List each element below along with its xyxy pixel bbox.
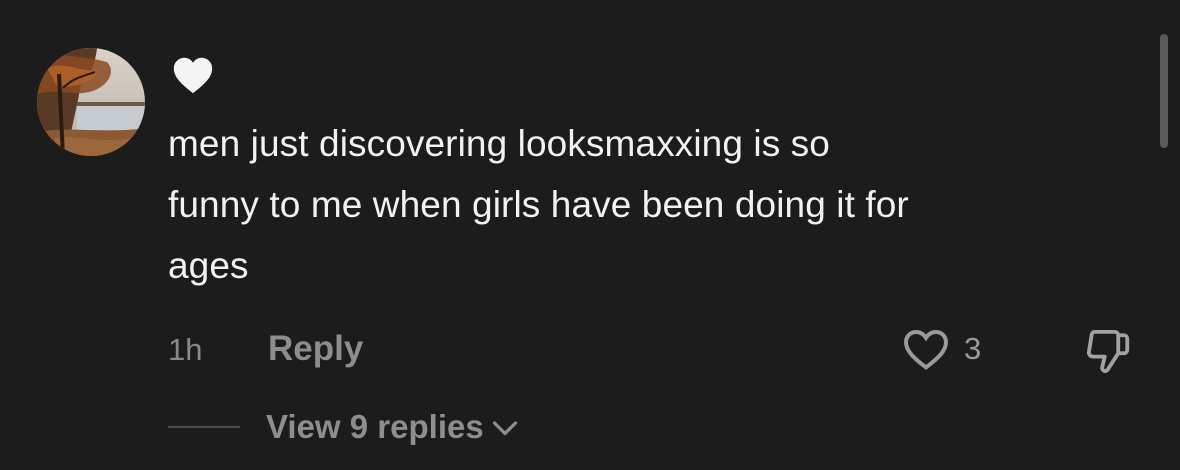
comment-timestamp: 1h: [168, 332, 203, 367]
avatar-image: [37, 48, 145, 156]
heart-icon: [173, 57, 213, 94]
reply-button[interactable]: Reply: [268, 329, 363, 369]
comment-text: men just discovering looksmaxxing is so …: [168, 123, 909, 286]
avatar[interactable]: [37, 48, 145, 156]
divider: [168, 426, 240, 428]
view-replies-button[interactable]: View 9 replies: [266, 408, 520, 446]
chevron-down-icon: [492, 421, 517, 436]
scrollbar[interactable]: [1160, 34, 1168, 148]
like-count: 3: [964, 331, 982, 366]
like-button[interactable]: 3: [900, 324, 981, 374]
view-replies-row: View 9 replies: [168, 402, 520, 452]
thumbs-down-icon[interactable]: [1080, 324, 1134, 378]
heart-outline-icon: [903, 329, 949, 370]
comment-actions: 1h Reply 3: [0, 318, 1180, 382]
view-replies-label: View 9 replies: [266, 408, 484, 445]
